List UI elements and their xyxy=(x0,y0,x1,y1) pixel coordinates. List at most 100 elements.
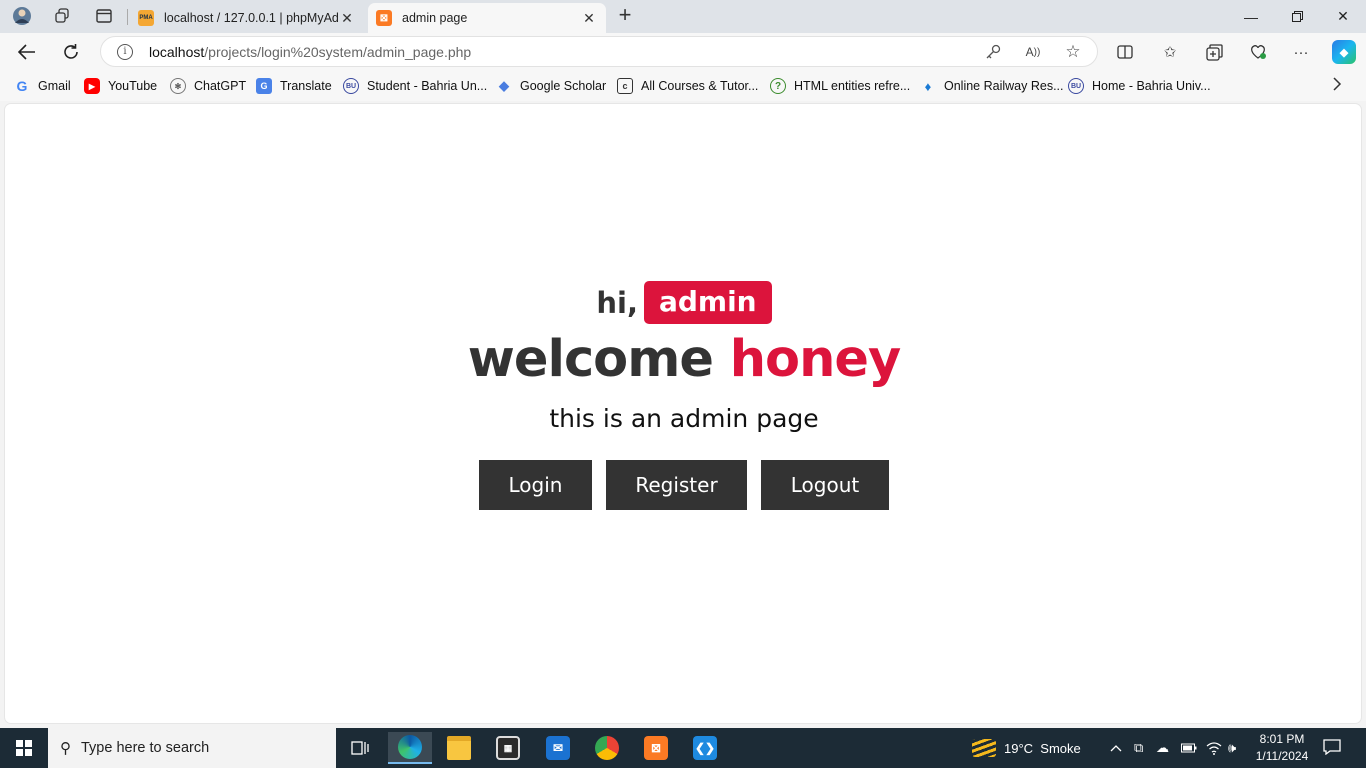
tab-strip: PMA localhost / 127.0.0.1 | phpMyAdmin ✕… xyxy=(0,0,1366,33)
clock-date: 1/11/2024 xyxy=(1255,749,1309,763)
taskbar-store[interactable]: ▦ xyxy=(486,732,530,764)
close-tab-icon[interactable]: ✕ xyxy=(580,10,598,27)
wifi-icon[interactable] xyxy=(1206,740,1222,756)
search-icon: ⚲ xyxy=(60,740,71,757)
admin-content: hi, admin welcome honey this is an admin… xyxy=(5,104,1363,725)
read-aloud-icon[interactable]: A)) xyxy=(1023,42,1043,62)
courses-icon: c xyxy=(617,78,633,94)
bahria-icon: BU xyxy=(1068,78,1084,94)
battery-icon[interactable] xyxy=(1181,740,1197,756)
workspaces-icon[interactable] xyxy=(48,3,76,29)
notifications-icon[interactable] xyxy=(1322,738,1342,756)
favorite-google-scholar[interactable]: ◆ Google Scholar xyxy=(496,77,606,95)
close-tab-icon[interactable]: ✕ xyxy=(338,10,356,27)
chevron-up-icon[interactable] xyxy=(1110,740,1122,756)
taskbar-vscode[interactable]: ❮❯ xyxy=(683,732,727,764)
url-host: localhost xyxy=(149,43,205,60)
chatgpt-icon: ✻ xyxy=(170,78,186,94)
taskbar-file-explorer[interactable] xyxy=(437,732,481,764)
page-viewport: hi, admin welcome honey this is an admin… xyxy=(4,103,1362,724)
profile-avatar[interactable] xyxy=(8,3,36,29)
register-button[interactable]: Register xyxy=(606,460,747,510)
welcome-heading: welcome honey xyxy=(5,330,1363,389)
windows-logo-icon xyxy=(16,740,32,756)
edge-icon xyxy=(398,735,422,759)
greeting-row: hi, admin xyxy=(5,281,1363,324)
favorite-all-courses[interactable]: c All Courses & Tutor... xyxy=(617,77,758,95)
favorite-gmail[interactable]: G Gmail xyxy=(14,77,71,95)
favorite-label: ChatGPT xyxy=(194,79,247,93)
user-type-badge: admin xyxy=(643,281,772,324)
address-bar[interactable]: i localhost/projects/login%20system/admi… xyxy=(100,36,1098,67)
favorite-label: Home - Bahria Univ... xyxy=(1092,79,1211,93)
favorite-html-entities[interactable]: ? HTML entities refre... xyxy=(770,77,910,95)
minimize-icon[interactable]: — xyxy=(1228,0,1274,33)
navigation-bar: i localhost/projects/login%20system/admi… xyxy=(0,33,1366,71)
vscode-icon: ❮❯ xyxy=(693,736,717,760)
weather-temp: 19°C xyxy=(1004,740,1034,756)
task-view-icon xyxy=(348,736,372,760)
login-button[interactable]: Login xyxy=(479,460,592,510)
store-icon: ▦ xyxy=(496,736,520,760)
favorite-label: Student - Bahria Un... xyxy=(367,79,488,93)
taskbar-chrome[interactable] xyxy=(585,732,629,764)
more-options-icon[interactable]: ··· xyxy=(1290,41,1312,63)
task-view-button[interactable] xyxy=(338,732,382,764)
browser-essentials-icon[interactable] xyxy=(1247,41,1269,63)
page-subtitle: this is an admin page xyxy=(549,404,819,433)
collections-icon[interactable] xyxy=(1203,41,1225,63)
favorites-icon[interactable]: ✩ xyxy=(1159,41,1181,63)
favorite-label: Google Scholar xyxy=(520,79,607,93)
xampp-icon: ⊠ xyxy=(376,10,392,26)
chrome-icon xyxy=(595,736,619,760)
chevron-right-icon[interactable] xyxy=(1332,77,1342,95)
split-screen-icon[interactable] xyxy=(1114,41,1136,63)
back-icon[interactable] xyxy=(12,37,42,67)
tab-phpmyadmin[interactable]: PMA localhost / 127.0.0.1 | phpMyAdmin ✕ xyxy=(130,3,364,33)
user-name: honey xyxy=(729,330,901,389)
restore-icon[interactable] xyxy=(1274,0,1320,33)
railway-icon: ♦ xyxy=(924,78,932,94)
favorite-label: HTML entities refre... xyxy=(794,79,911,93)
youtube-icon: ▶ xyxy=(84,78,100,94)
tab-admin-page[interactable]: ⊠ admin page ✕ xyxy=(368,3,606,33)
logout-button[interactable]: Logout xyxy=(761,460,889,510)
taskbar-edge[interactable] xyxy=(388,732,432,764)
close-window-icon[interactable]: ✕ xyxy=(1320,0,1366,33)
add-favorite-star-icon[interactable]: ☆ xyxy=(1063,42,1083,62)
taskbar-search[interactable]: ⚲ Type here to search xyxy=(48,728,336,768)
weather-widget[interactable]: 19°C Smoke xyxy=(972,728,1081,768)
welcome-prefix: welcome xyxy=(467,330,714,389)
tab-title: localhost / 127.0.0.1 | phpMyAdmin xyxy=(164,11,338,25)
favorite-label: Online Railway Res... xyxy=(944,79,1064,93)
new-tab-icon[interactable]: + xyxy=(612,3,638,29)
start-button[interactable] xyxy=(0,728,48,768)
favorite-youtube[interactable]: ▶ YouTube xyxy=(84,77,157,95)
favorite-home-bahria[interactable]: BU Home - Bahria Univ... xyxy=(1068,77,1211,95)
favorite-student-bahria[interactable]: BU Student - Bahria Un... xyxy=(343,77,487,95)
translate-icon: G xyxy=(256,78,272,94)
clock-time: 8:01 PM xyxy=(1259,732,1305,746)
help-icon: ? xyxy=(770,78,786,94)
folder-icon xyxy=(447,736,471,760)
favorite-translate[interactable]: G Translate xyxy=(256,77,332,95)
copilot-icon[interactable]: ◆ xyxy=(1332,40,1356,64)
taskbar-xampp[interactable]: ⊠ xyxy=(634,732,678,764)
onedrive-icon[interactable]: ☁ xyxy=(1156,740,1169,756)
favorite-label: All Courses & Tutor... xyxy=(641,79,759,93)
taskbar-mail[interactable]: ✉ xyxy=(536,732,580,764)
gmail-icon: G xyxy=(16,78,28,94)
meet-now-icon[interactable]: ⧉ xyxy=(1134,740,1143,756)
taskbar: ⚲ Type here to search ▦ ✉ ⊠ ❮❯ 19°C Smok… xyxy=(0,728,1366,768)
favorite-chatgpt[interactable]: ✻ ChatGPT xyxy=(170,77,246,95)
volume-icon[interactable]: 🕪 xyxy=(1228,740,1236,756)
password-key-icon[interactable] xyxy=(983,42,1003,62)
mail-icon: ✉ xyxy=(546,736,570,760)
tab-actions-icon[interactable] xyxy=(90,3,118,29)
scholar-icon: ◆ xyxy=(499,78,509,93)
favorite-online-railway[interactable]: ♦ Online Railway Res... xyxy=(920,77,1064,95)
haze-weather-icon xyxy=(972,739,996,757)
reload-icon[interactable] xyxy=(56,37,86,67)
site-info-icon[interactable]: i xyxy=(117,43,133,60)
taskbar-clock[interactable]: 8:01 PM 1/11/2024 xyxy=(1250,731,1314,765)
